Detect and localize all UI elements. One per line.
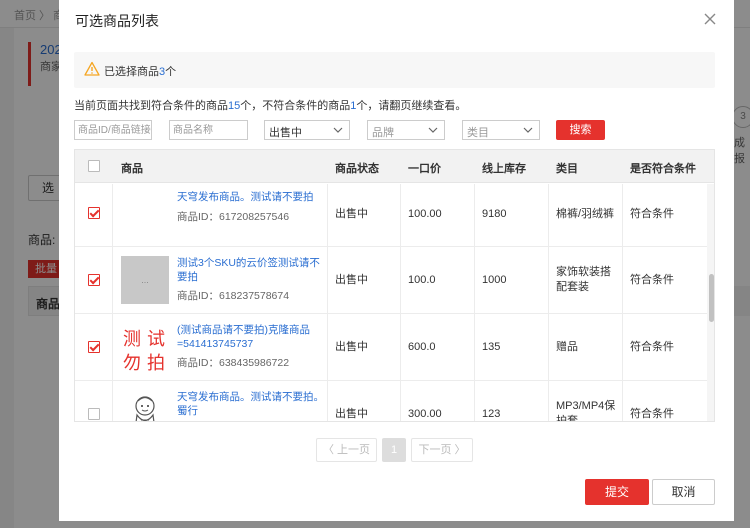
row-checkbox[interactable] <box>88 408 100 420</box>
notice-text: 已选择商品3个 <box>104 66 177 78</box>
price-cell: 600.0 <box>408 341 436 353</box>
row-checkbox[interactable] <box>88 207 100 219</box>
eligible-cell: 符合条件 <box>630 208 674 220</box>
match-count: 15 <box>228 100 241 112</box>
stock-cell: 1000 <box>482 274 507 286</box>
stock-cell: 9180 <box>482 208 507 220</box>
status-cell: 出售中 <box>335 341 368 353</box>
status-cell: 出售中 <box>335 274 368 286</box>
table-scrollbar[interactable] <box>707 184 714 421</box>
status-select-value: 出售中 <box>269 127 302 139</box>
row-checkbox[interactable] <box>88 274 100 286</box>
product-id: 商品ID：638435986722 <box>177 357 290 369</box>
modal-header: 可选商品列表 <box>59 0 734 38</box>
product-id: 商品ID：618237578674 <box>177 290 290 302</box>
modal-title: 可选商品列表 <box>75 13 159 29</box>
product-name-link[interactable]: 天穹发布商品。测试请不要拍。蜀行 <box>177 390 325 418</box>
chevron-down-icon <box>523 127 533 133</box>
category-select[interactable]: 类目 <box>462 120 540 140</box>
eligible-cell: 符合条件 <box>630 408 674 420</box>
header-status: 商品状态 <box>335 163 379 175</box>
status-cell: 出售中 <box>335 208 368 220</box>
price-cell: 100.00 <box>408 208 442 220</box>
warning-icon <box>84 61 100 77</box>
table-body: 天穹发布商品。测试请不要拍 商品ID：617208257546 出售中 100.… <box>75 184 714 422</box>
header-stock: 线上库存 <box>482 163 526 175</box>
table-row: 天穹发布商品。测试请不要拍 商品ID：617208257546 出售中 100.… <box>75 184 707 247</box>
search-button[interactable]: 搜索 <box>556 120 605 140</box>
row-checkbox[interactable] <box>88 341 100 353</box>
category-cell: 棉裤/羽绒裤 <box>556 208 615 220</box>
stock-cell: 135 <box>482 341 501 353</box>
product-list-modal: 可选商品列表 已选择商品3个 当前页面共找到符合条件的商品15个，不符合条件的商… <box>59 0 734 521</box>
status-cell: 出售中 <box>335 408 368 420</box>
table-header: 商品 商品状态 一口价 线上库存 类目 是否符合条件 <box>75 150 714 183</box>
table-row: 天穹发布商品。测试请不要拍。蜀行 出售中 300.00 123 MP3/MP4保… <box>75 381 707 422</box>
product-name-link[interactable]: 天穹发布商品。测试请不要拍 <box>177 190 325 204</box>
next-page-button[interactable]: 下一页 〉 <box>411 438 473 462</box>
eligible-cell: 符合条件 <box>630 341 674 353</box>
product-name-input[interactable] <box>170 121 247 139</box>
table-row: 测 试 勿 拍 (测试商品请不要拍)克隆商品=541413745737 商品ID… <box>75 314 707 381</box>
chevron-down-icon <box>333 127 343 133</box>
selection-notice: 已选择商品3个 <box>74 52 715 88</box>
brand-select-placeholder: 品牌 <box>372 127 394 139</box>
product-image-test-stamp[interactable]: 测 试 勿 拍 <box>121 323 169 374</box>
brand-select[interactable]: 品牌 <box>367 120 445 140</box>
product-table: 商品 商品状态 一口价 线上库存 类目 是否符合条件 天穹发布商品。测试请不要拍… <box>74 149 715 422</box>
product-name-link[interactable]: 测试3个SKU的云价签测试请不要拍 <box>177 256 325 284</box>
header-eligible: 是否符合条件 <box>630 163 696 175</box>
select-all-checkbox[interactable] <box>88 160 100 172</box>
cancel-button[interactable]: 取消 <box>652 479 715 505</box>
price-cell: 300.00 <box>408 408 442 420</box>
chevron-down-icon <box>428 127 438 133</box>
header-product: 商品 <box>121 163 143 175</box>
category-select-placeholder: 类目 <box>467 127 489 139</box>
stock-cell: 123 <box>482 408 501 420</box>
eligible-cell: 符合条件 <box>630 274 674 286</box>
product-id: 商品ID：617208257546 <box>177 211 290 223</box>
page-number-1[interactable]: 1 <box>382 438 406 462</box>
scrollbar-thumb[interactable] <box>709 274 714 322</box>
product-id-input[interactable] <box>75 121 151 139</box>
submit-button[interactable]: 提交 <box>585 479 649 505</box>
product-id-filter[interactable] <box>74 120 152 140</box>
status-select[interactable]: 出售中 <box>264 120 350 140</box>
close-icon[interactable] <box>699 8 721 30</box>
product-name-link[interactable]: (测试商品请不要拍)克隆商品=541413745737 <box>177 323 325 351</box>
table-row: ... 测试3个SKU的云价签测试请不要拍 商品ID：618237578674 … <box>75 247 707 314</box>
product-image-placeholder[interactable]: ... <box>121 256 169 304</box>
result-summary: 当前页面共找到符合条件的商品15个，不符合条件的商品1个，请翻页继续查看。 <box>74 100 467 112</box>
category-cell: 家饰软装搭配套装 <box>556 266 611 293</box>
product-name-filter[interactable] <box>169 120 248 140</box>
category-cell: MP3/MP4保护套 <box>556 400 616 422</box>
header-price: 一口价 <box>408 163 441 175</box>
cartoon-avatar-icon[interactable] <box>121 390 169 421</box>
price-cell: 100.0 <box>408 274 436 286</box>
header-category: 类目 <box>556 163 578 175</box>
category-cell: 赠品 <box>556 341 578 353</box>
prev-page-button[interactable]: 〈 上一页 <box>316 438 377 462</box>
